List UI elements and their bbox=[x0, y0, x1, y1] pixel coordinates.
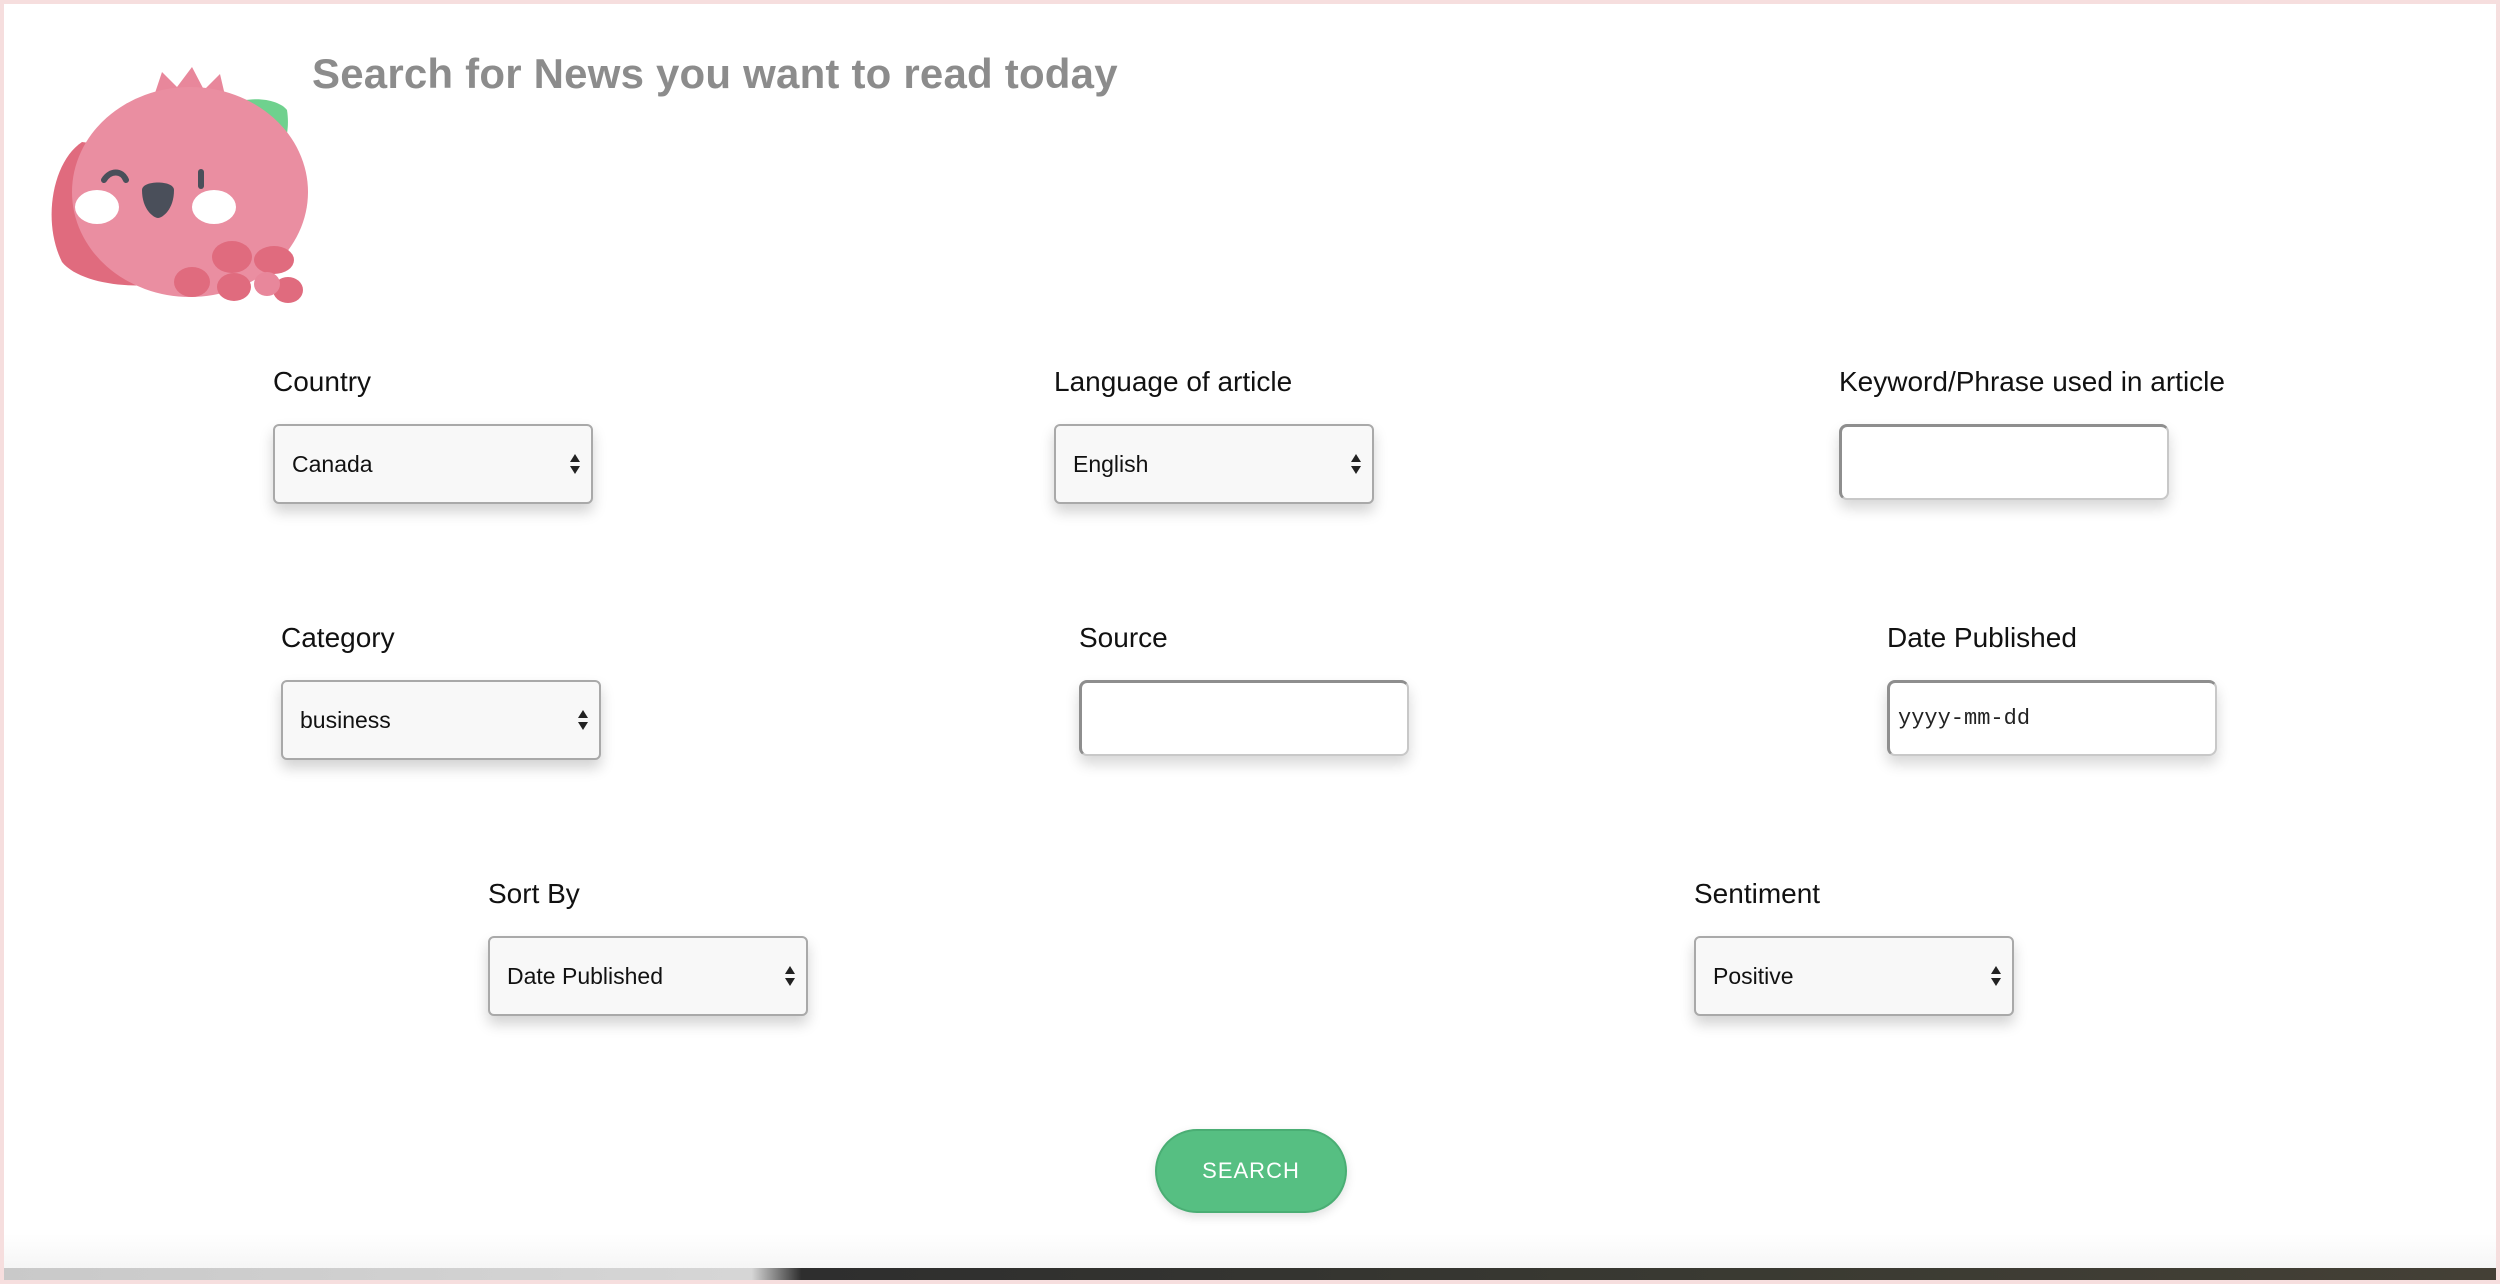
sentiment-select-value: Positive bbox=[1713, 962, 1794, 989]
sort-by-select-value: Date Published bbox=[507, 962, 663, 989]
country-label: Country bbox=[273, 366, 372, 397]
search-page: Search for News you want to read today C… bbox=[0, 0, 2500, 1284]
sentiment-select[interactable]: Positive bbox=[1694, 936, 2014, 1016]
select-arrows-icon bbox=[570, 454, 580, 474]
sort-by-select[interactable]: Date Published bbox=[488, 936, 808, 1016]
date-published-field: Date Published bbox=[1887, 622, 2217, 756]
select-arrows-icon bbox=[578, 710, 588, 730]
date-published-label: Date Published bbox=[1887, 622, 2077, 653]
keyword-label: Keyword/Phrase used in article bbox=[1839, 366, 2225, 397]
sentiment-field: Sentiment Positive bbox=[1694, 878, 2014, 1016]
keyword-field: Keyword/Phrase used in article bbox=[1839, 366, 2225, 500]
select-arrows-icon bbox=[785, 966, 795, 986]
date-published-input[interactable] bbox=[1887, 680, 2217, 756]
country-field: Country Canada bbox=[273, 366, 593, 504]
category-select-value: business bbox=[300, 706, 391, 733]
sort-by-label: Sort By bbox=[488, 878, 580, 909]
search-button[interactable]: SEARCH bbox=[1155, 1129, 1347, 1213]
country-select[interactable]: Canada bbox=[273, 424, 593, 504]
source-input[interactable] bbox=[1079, 680, 1409, 756]
category-label: Category bbox=[281, 622, 395, 653]
select-arrows-icon bbox=[1351, 454, 1361, 474]
page-title: Search for News you want to read today bbox=[312, 50, 1118, 97]
source-field: Source bbox=[1079, 622, 1409, 756]
pomegranate-mascot-icon bbox=[51, 67, 308, 303]
sort-by-field: Sort By Date Published bbox=[488, 878, 808, 1016]
source-label: Source bbox=[1079, 622, 1168, 653]
sentiment-label: Sentiment bbox=[1694, 878, 1821, 909]
country-select-value: Canada bbox=[292, 450, 373, 477]
language-field: Language of article English bbox=[1054, 366, 1374, 504]
category-field: Category business bbox=[281, 622, 601, 760]
language-label: Language of article bbox=[1054, 366, 1293, 397]
category-select[interactable]: business bbox=[281, 680, 601, 760]
bottom-strip bbox=[4, 1268, 2496, 1280]
language-select[interactable]: English bbox=[1054, 424, 1374, 504]
keyword-input[interactable] bbox=[1839, 424, 2169, 500]
select-arrows-icon bbox=[1991, 966, 2001, 986]
language-select-value: English bbox=[1073, 450, 1149, 477]
